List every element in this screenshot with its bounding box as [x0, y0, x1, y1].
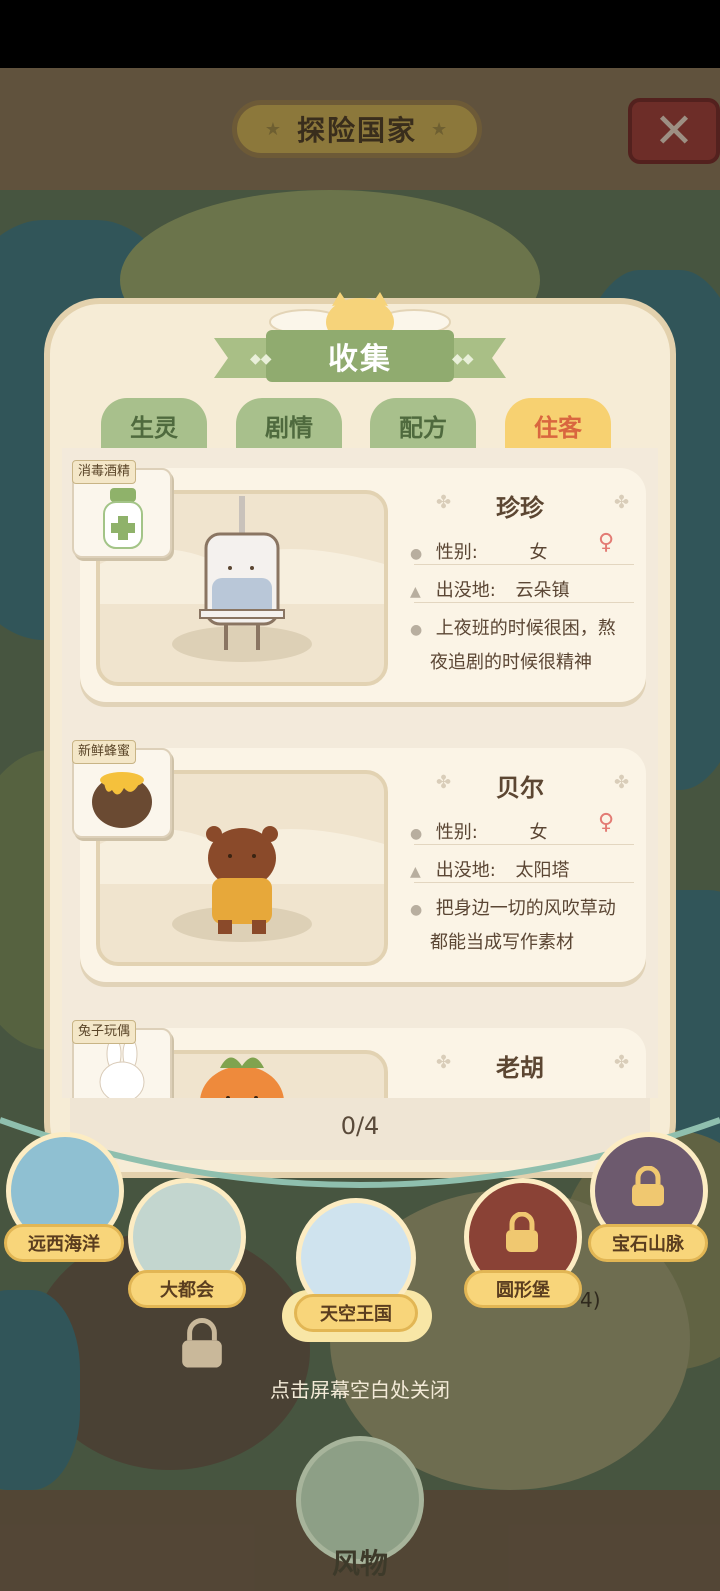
gender-label: 性别:	[435, 822, 478, 843]
item-badge: 兔子玩偶	[72, 1020, 172, 1098]
resident-name: 贝尔	[496, 774, 544, 802]
panel-title: 收集	[328, 342, 392, 377]
location-icon: ▲	[410, 584, 421, 600]
place-value: 云朵镇	[515, 580, 570, 601]
item-label: 新鲜蜂蜜	[72, 740, 137, 764]
tab-residents[interactable]: 住客	[505, 398, 611, 452]
gender-value: 女	[529, 822, 548, 843]
place-label: 出没地:	[435, 580, 496, 601]
divider	[414, 882, 634, 883]
item-label: 兔子玩偶	[72, 1020, 137, 1044]
resident-card[interactable]: 兔子玩偶 ✤ 老胡 ✤	[72, 1020, 646, 1098]
item-badge: 消毒酒精	[72, 460, 172, 558]
female-icon: ♀	[598, 810, 615, 835]
description-line: 把身边一切的风吹草动	[435, 898, 616, 919]
lock-icon	[182, 1318, 222, 1368]
resident-name: 珍珍	[496, 494, 544, 522]
speech-icon: ●	[410, 622, 423, 638]
gender-label: 性别:	[435, 542, 478, 563]
collectibles-button[interactable]: 风物	[290, 1430, 430, 1591]
place-label: 出没地:	[435, 860, 496, 881]
description-line: 上夜班的时候很困，熬	[435, 618, 616, 639]
speech-icon: ●	[410, 902, 423, 918]
region-label: 天空王国	[294, 1294, 418, 1332]
divider	[414, 602, 634, 603]
cat-icon: ●	[410, 826, 423, 842]
clover-icon: ✤	[614, 772, 630, 793]
close-hint: 点击屏幕空白处关闭	[270, 1378, 450, 1402]
region-label: 圆形堡	[464, 1270, 582, 1308]
description-line: 夜追剧的时候很精神	[430, 652, 592, 673]
cat-icon: ●	[410, 546, 423, 562]
status-bar	[0, 0, 720, 68]
collectibles-label: 风物	[331, 1547, 388, 1580]
tab-recipes[interactable]: 配方	[370, 398, 476, 452]
resident-list[interactable]: 消毒酒精 ✤ 珍珍 ✤ ● 性别: 女 ♀ ▲ 出没地: 云朵镇 ● 上夜班的时…	[62, 448, 658, 1098]
clover-icon: ✤	[614, 492, 630, 513]
resident-card[interactable]: 新鲜蜂蜜 ✤ 贝尔 ✤ ● 性别: 女 ♀ ▲ 出没地: 太阳塔 ● 把身边一切…	[72, 740, 646, 982]
female-icon: ♀	[598, 530, 615, 555]
tab-creatures[interactable]: 生灵	[101, 398, 207, 452]
region-label: 宝石山脉	[588, 1224, 708, 1262]
location-icon: ▲	[410, 864, 421, 880]
divider	[414, 844, 634, 845]
resident-name: 老胡	[496, 1054, 544, 1082]
gender-value: 女	[529, 542, 548, 563]
divider	[414, 564, 634, 565]
region-label: 远西海洋	[4, 1224, 124, 1262]
tab-story[interactable]: 剧情	[236, 398, 342, 452]
clover-icon: ✤	[614, 1052, 630, 1073]
place-value: 太阳塔	[515, 860, 570, 881]
region-label: 大都会	[128, 1270, 246, 1308]
lock-icon	[632, 1166, 664, 1206]
resident-card[interactable]: 消毒酒精 ✤ 珍珍 ✤ ● 性别: 女 ♀ ▲ 出没地: 云朵镇 ● 上夜班的时…	[72, 460, 646, 702]
item-label: 消毒酒精	[72, 460, 137, 484]
description-line: 都能当成写作素材	[430, 932, 574, 953]
item-badge: 新鲜蜂蜜	[72, 740, 172, 838]
lock-icon	[506, 1212, 538, 1252]
